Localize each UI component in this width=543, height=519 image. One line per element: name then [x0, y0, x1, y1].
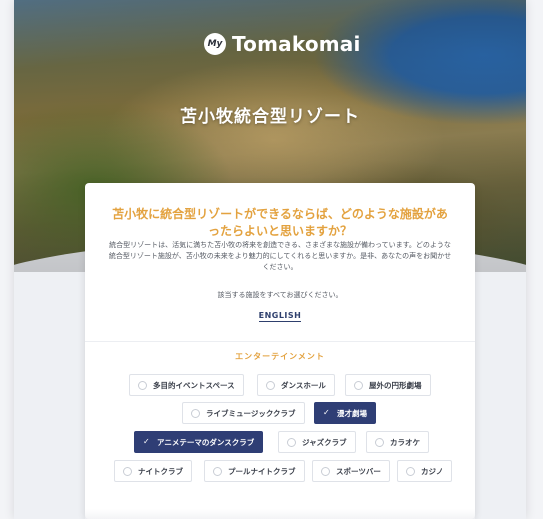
- option-label: ダンスホール: [281, 380, 326, 390]
- checkmark-icon: ✓: [323, 408, 330, 417]
- card-bottom-fade: [85, 509, 475, 519]
- section-title: エンターテインメント: [235, 352, 325, 361]
- radio-icon: [266, 380, 275, 390]
- page-frame: My Tomakomai 苫小牧統合型リゾート 苫小牧に統合型リゾートができるな…: [14, 0, 526, 519]
- checkmark-icon: ✓: [143, 437, 150, 446]
- option-manzai-theater[interactable]: ✓ 漫才劇場: [314, 402, 376, 424]
- option-label: 漫才劇場: [337, 408, 367, 418]
- radio-icon: [406, 466, 415, 476]
- brand-logo[interactable]: My Tomakomai: [204, 32, 361, 56]
- radio-icon: [213, 466, 222, 476]
- option-label: ジャズクラブ: [302, 437, 347, 447]
- option-karaoke[interactable]: カラオケ: [366, 431, 429, 453]
- option-label: ナイトクラブ: [138, 466, 183, 476]
- question-title: 苫小牧に統合型リゾートができるならば、どのような施設があったらよいと思いますか？: [112, 207, 448, 238]
- option-label: カジノ: [421, 466, 444, 476]
- option-multipurpose-event-space[interactable]: 多目的イベントスペース: [129, 374, 244, 396]
- option-nightclub[interactable]: ナイトクラブ: [114, 460, 192, 482]
- question-description: 統合型リゾートは、活気に満ちた苫小牧の将来を創造できる、さまざまな施設が備わって…: [108, 241, 452, 271]
- radio-icon: [191, 408, 200, 418]
- option-label: スポーツバー: [336, 466, 381, 476]
- option-live-music-club[interactable]: ライブミュージッククラブ: [182, 402, 305, 424]
- option-label: 屋外の円形劇場: [369, 380, 422, 390]
- option-label: アニメテーマのダンスクラブ: [157, 437, 255, 447]
- radio-icon: [287, 437, 296, 447]
- option-label: カラオケ: [390, 437, 420, 447]
- radio-icon: [375, 437, 384, 447]
- logo-badge-icon: My: [204, 33, 226, 55]
- radio-icon: [321, 466, 330, 476]
- option-anime-dance-club[interactable]: ✓ アニメテーマのダンスクラブ: [134, 431, 264, 453]
- option-sports-bar[interactable]: スポーツバー: [312, 460, 390, 482]
- survey-card: 苫小牧に統合型リゾートができるならば、どのような施設があったらよいと思いますか？…: [85, 183, 475, 519]
- brand-name: Tomakomai: [232, 32, 361, 56]
- english-link-label[interactable]: ENGLISH: [258, 311, 302, 322]
- radio-icon: [354, 380, 363, 390]
- radio-icon: [138, 380, 147, 390]
- option-label: プールナイトクラブ: [228, 466, 296, 476]
- english-link[interactable]: ENGLISH: [107, 311, 453, 322]
- instruction-text: 該当する施設をすべてお選びください。: [217, 291, 343, 299]
- hero-title: 苫小牧統合型リゾート: [180, 107, 360, 127]
- option-outdoor-amphitheater[interactable]: 屋外の円形劇場: [345, 374, 431, 396]
- option-jazz-club[interactable]: ジャズクラブ: [278, 431, 356, 453]
- option-pool-nightclub[interactable]: プールナイトクラブ: [204, 460, 305, 482]
- option-label: ライブミュージッククラブ: [206, 408, 296, 418]
- option-casino[interactable]: カジノ: [397, 460, 453, 482]
- option-dance-hall[interactable]: ダンスホール: [257, 374, 335, 396]
- option-label: 多目的イベントスペース: [153, 380, 235, 390]
- radio-icon: [123, 466, 132, 476]
- divider: [85, 341, 475, 342]
